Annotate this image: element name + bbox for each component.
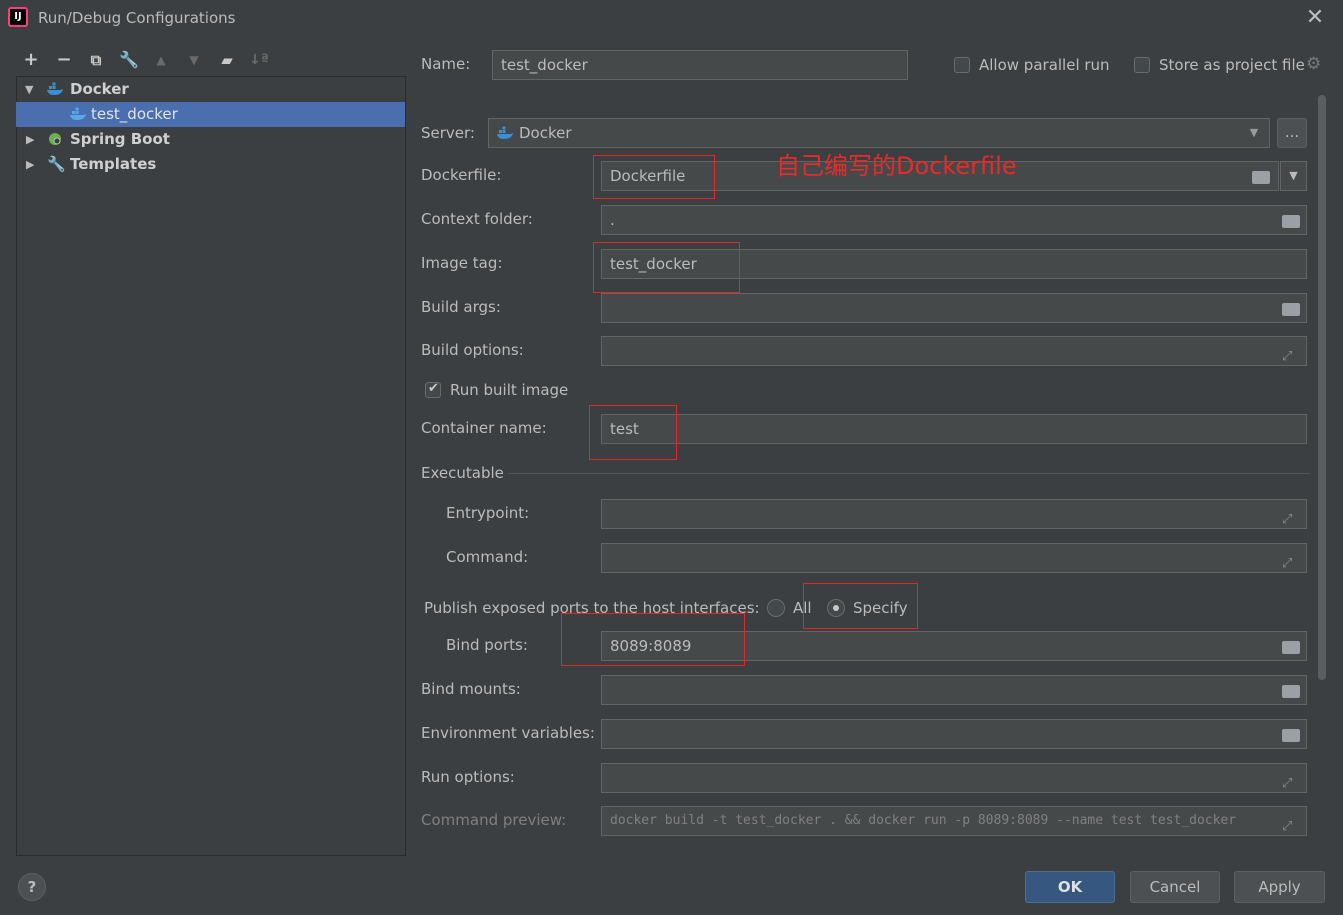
- tree-item-spring-boot[interactable]: ▶ Spring Boot: [16, 127, 405, 152]
- name-input[interactable]: test_docker: [492, 50, 908, 80]
- help-button[interactable]: ?: [18, 873, 46, 901]
- env-vars-label: Environment variables:: [421, 724, 595, 742]
- run-options-label: Run options:: [421, 768, 515, 786]
- name-label: Name:: [421, 55, 471, 73]
- folder-icon[interactable]: [1282, 685, 1300, 698]
- run-built-image-label: Run built image: [450, 381, 569, 399]
- ok-button[interactable]: OK: [1025, 871, 1115, 903]
- tree-label-spring-boot: Spring Boot: [70, 130, 170, 148]
- container-name-input[interactable]: test: [601, 414, 1307, 444]
- sort-icon[interactable]: ↓ª: [248, 49, 270, 71]
- context-folder-input[interactable]: .: [601, 205, 1307, 235]
- bind-ports-label: Bind ports:: [446, 636, 528, 654]
- build-args-input[interactable]: [601, 293, 1307, 323]
- highlight-specify: [803, 583, 918, 629]
- tree-item-templates[interactable]: ▶ 🔧 Templates: [16, 152, 405, 177]
- folder-icon[interactable]: [1252, 171, 1270, 184]
- build-options-input[interactable]: ⤢: [601, 336, 1307, 366]
- tree-item-docker[interactable]: ▼ Docker: [16, 77, 405, 102]
- folder-icon[interactable]: [1282, 641, 1300, 654]
- chevron-right-icon[interactable]: ▶: [26, 127, 34, 152]
- annotation-text: 自己编写的Dockerfile: [776, 152, 1017, 180]
- expand-icon[interactable]: ⤢: [1282, 343, 1292, 365]
- title-bar: IJ Run/Debug Configurations ✕: [0, 0, 1343, 38]
- highlight-image-tag: [593, 242, 740, 293]
- expand-icon[interactable]: ⤢: [1282, 550, 1292, 572]
- entrypoint-input[interactable]: ⤢: [601, 499, 1307, 529]
- server-value: Docker: [519, 124, 572, 142]
- expand-icon[interactable]: ⤢: [1282, 506, 1292, 528]
- docker-icon: [497, 126, 513, 139]
- allow-parallel-label: Allow parallel run: [979, 56, 1110, 74]
- move-down-icon[interactable]: ▼: [183, 49, 205, 71]
- highlight-container-name: [589, 405, 677, 460]
- bind-mounts-input[interactable]: [601, 675, 1307, 705]
- folder-icon[interactable]: [1282, 215, 1300, 228]
- chevron-down-icon[interactable]: ▼: [1245, 125, 1263, 141]
- docker-icon: [47, 82, 63, 95]
- highlight-dockerfile: [593, 155, 715, 199]
- folder-icon[interactable]: [1282, 729, 1300, 742]
- dockerfile-dropdown[interactable]: ▼: [1280, 161, 1307, 191]
- tree-label-docker: Docker: [70, 80, 129, 98]
- container-name-label: Container name:: [421, 419, 547, 437]
- command-preview-label: Command preview:: [421, 811, 567, 829]
- tree-label-templates: Templates: [70, 155, 157, 173]
- image-tag-label: Image tag:: [421, 254, 503, 272]
- radio-all[interactable]: [767, 599, 785, 617]
- close-icon[interactable]: ✕: [1304, 7, 1326, 29]
- context-folder-label: Context folder:: [421, 210, 533, 228]
- build-options-label: Build options:: [421, 341, 524, 359]
- command-preview-field[interactable]: docker build -t test_docker . && docker …: [601, 806, 1307, 836]
- server-label: Server:: [421, 124, 475, 142]
- entrypoint-label: Entrypoint:: [446, 504, 530, 522]
- move-up-icon[interactable]: ▲: [150, 49, 172, 71]
- allow-parallel-checkbox[interactable]: [954, 57, 970, 73]
- bind-mounts-label: Bind mounts:: [421, 680, 521, 698]
- command-label: Command:: [446, 548, 529, 566]
- configuration-tree: [16, 76, 406, 856]
- chevron-right-icon[interactable]: ▶: [26, 152, 34, 177]
- intellij-app-icon: IJ: [8, 7, 28, 27]
- gear-icon[interactable]: ⚙: [1306, 54, 1321, 74]
- context-folder-value: .: [610, 211, 615, 229]
- highlight-bind-ports: [561, 613, 745, 666]
- cancel-button[interactable]: Cancel: [1130, 871, 1220, 903]
- remove-icon[interactable]: −: [53, 49, 75, 71]
- tree-item-test-docker[interactable]: test_docker: [16, 102, 405, 127]
- section-divider: [508, 473, 1310, 474]
- add-icon[interactable]: +: [20, 49, 42, 71]
- store-project-checkbox[interactable]: [1134, 57, 1150, 73]
- expand-icon[interactable]: ⤢: [1282, 770, 1292, 792]
- new-folder-icon[interactable]: ▰: [216, 49, 238, 71]
- command-input[interactable]: ⤢: [601, 543, 1307, 573]
- env-vars-input[interactable]: [601, 719, 1307, 749]
- build-args-label: Build args:: [421, 298, 501, 316]
- apply-button[interactable]: Apply: [1234, 871, 1325, 903]
- executable-section-label: Executable: [421, 464, 504, 482]
- run-options-input[interactable]: ⤢: [601, 763, 1307, 793]
- server-more-button[interactable]: ...: [1277, 118, 1307, 148]
- tree-label-test-docker: test_docker: [91, 105, 178, 123]
- docker-config-icon: [70, 107, 86, 120]
- chevron-down-icon: ▼: [1289, 169, 1298, 182]
- window-title: Run/Debug Configurations: [38, 9, 236, 27]
- command-preview-value: docker build -t test_docker . && docker …: [610, 813, 1237, 828]
- wrench-icon: 🔧: [47, 155, 66, 173]
- expand-icon[interactable]: ⤢: [1282, 813, 1292, 835]
- store-project-label: Store as project file: [1159, 56, 1305, 74]
- chevron-down-icon[interactable]: ▼: [25, 77, 33, 102]
- run-built-image-checkbox[interactable]: [425, 381, 441, 398]
- dockerfile-label: Dockerfile:: [421, 166, 502, 184]
- form-scrollbar[interactable]: [1318, 95, 1326, 680]
- spring-boot-icon: [49, 133, 61, 145]
- wrench-icon[interactable]: 🔧: [118, 49, 140, 71]
- copy-icon[interactable]: ⧉: [85, 49, 107, 71]
- folder-icon[interactable]: [1282, 303, 1300, 316]
- server-select[interactable]: Docker ▼: [488, 118, 1270, 148]
